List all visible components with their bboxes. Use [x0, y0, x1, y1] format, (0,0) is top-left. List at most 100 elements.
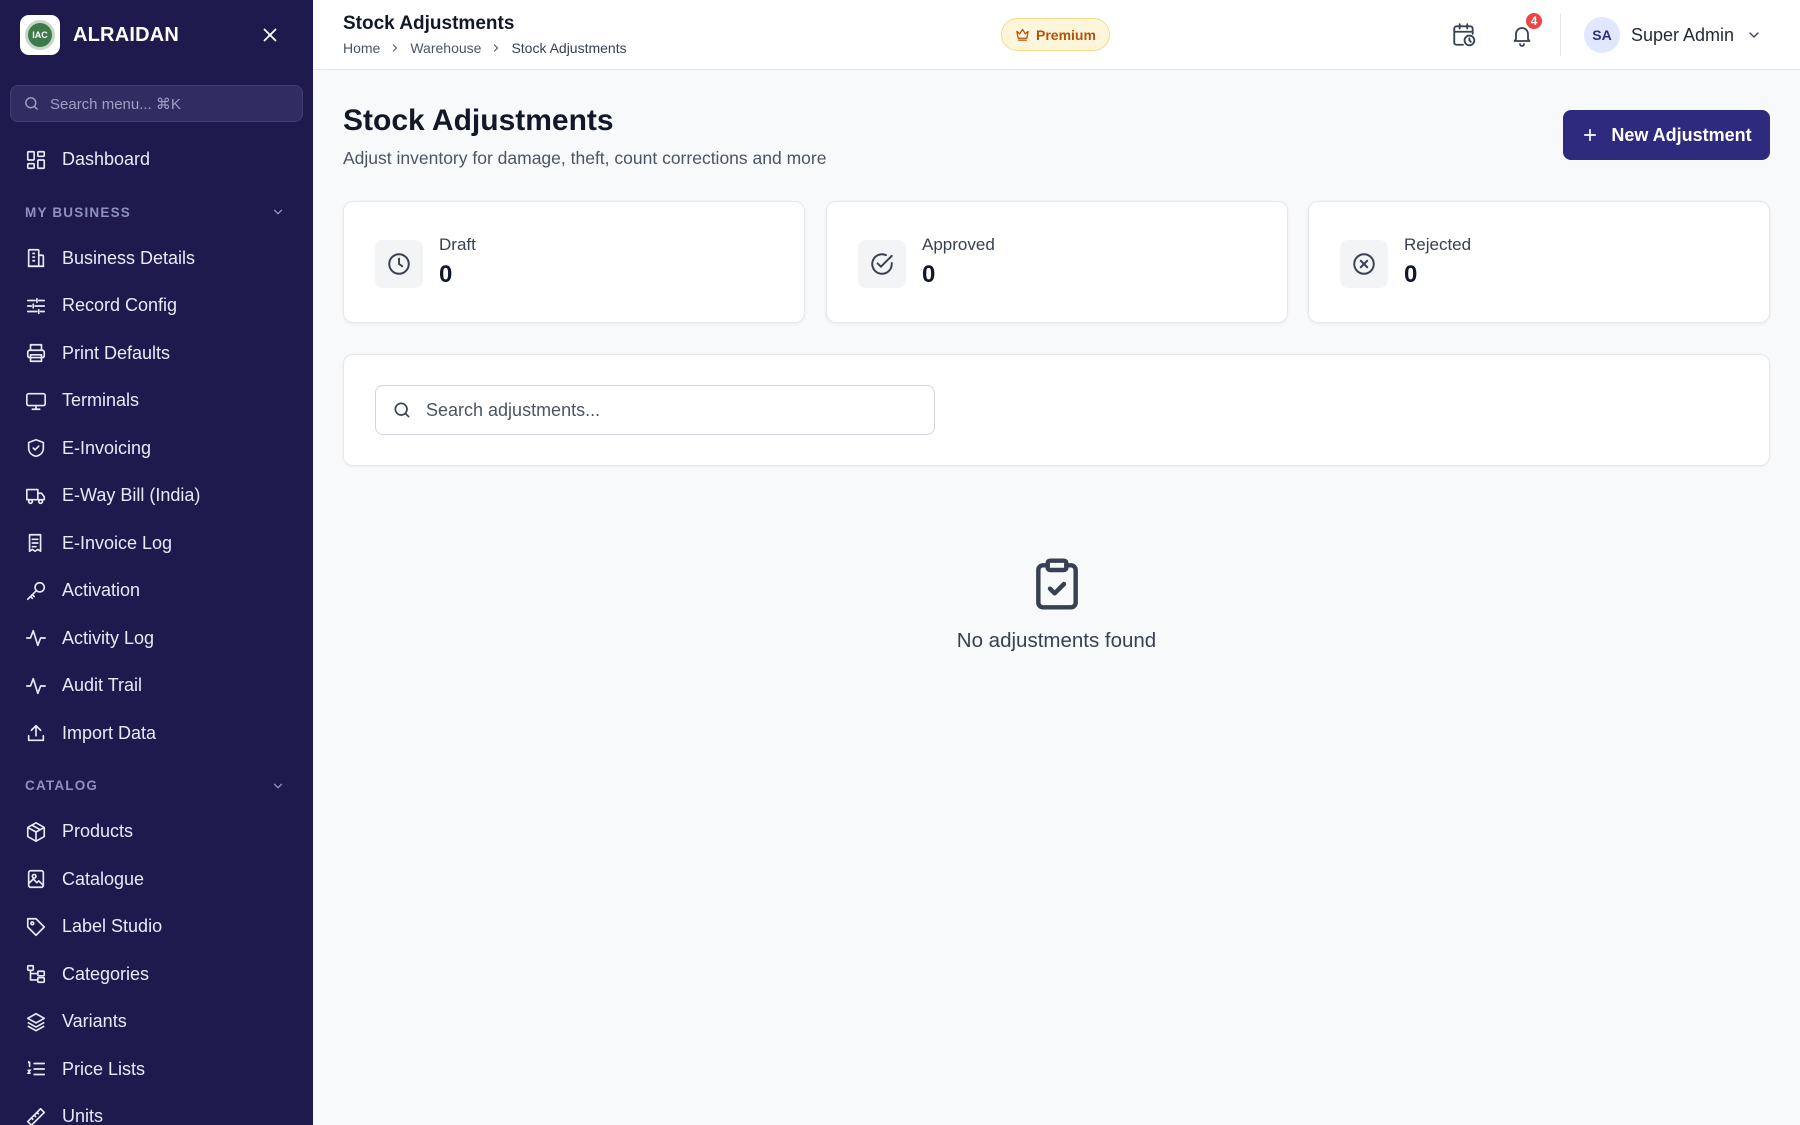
sidebar-item-record-config[interactable]: Record Config	[0, 282, 313, 330]
new-adjustment-label: New Adjustment	[1611, 124, 1752, 145]
sidebar-item-e-invoice-log[interactable]: E-Invoice Log	[0, 520, 313, 568]
sidebar: IAC ALRAIDAN Search menu... ⌘K Dashboard…	[0, 0, 313, 1125]
sidebar-item-label: Import Data	[62, 722, 157, 743]
sidebar-item-label: Terminals	[62, 390, 140, 411]
truck-icon	[26, 488, 46, 504]
sidebar-item-business-details[interactable]: Business Details	[0, 235, 313, 283]
sidebar-item-products[interactable]: Products	[0, 808, 313, 856]
sidebar-item-label: Categories	[62, 963, 150, 984]
brand-name: ALRAIDAN	[73, 23, 180, 46]
dashboard-icon	[26, 150, 46, 169]
sidebar-item-e-invoicing[interactable]: E-Invoicing	[0, 425, 313, 473]
tag-icon	[26, 917, 46, 936]
stat-card-rejected[interactable]: Rejected 0	[1308, 201, 1770, 323]
user-menu-button[interactable]: SA Super Admin	[1584, 17, 1762, 53]
sidebar-item-catalogue[interactable]: Catalogue	[0, 856, 313, 904]
new-adjustment-button[interactable]: New Adjustment	[1563, 110, 1770, 160]
sidebar-item-print-defaults[interactable]: Print Defaults	[0, 330, 313, 378]
package-icon	[26, 821, 46, 842]
sidebar-item-label: Activation	[62, 580, 141, 601]
x-circle-icon	[1340, 240, 1388, 288]
sidebar-header: IAC ALRAIDAN	[0, 0, 313, 70]
sidebar-item-label: Label Studio	[62, 916, 163, 937]
activity-icon	[26, 677, 46, 694]
stat-card-approved[interactable]: Approved 0	[826, 201, 1288, 323]
list-ordered-icon	[26, 1061, 46, 1076]
stat-value: 0	[922, 261, 936, 288]
calendar-clock-icon	[1453, 23, 1476, 47]
shield-check-icon	[27, 439, 45, 458]
search-adjustments-input[interactable]	[426, 399, 906, 421]
key-icon	[26, 581, 46, 600]
breadcrumb-current: Stock Adjustments	[511, 40, 627, 56]
sidebar-nav: Dashboard MY BUSINESS Business Details R…	[0, 136, 313, 1125]
premium-label: Premium	[1036, 26, 1096, 43]
crown-icon	[1016, 28, 1029, 41]
section-toggle-my-business[interactable]: MY BUSINESS	[0, 184, 313, 235]
search-box[interactable]	[375, 385, 935, 435]
chevron-down-icon	[1749, 32, 1759, 38]
sidebar-item-categories[interactable]: Categories	[0, 951, 313, 999]
main-content: Stock Adjustments Adjust inventory for d…	[313, 70, 1800, 1125]
stat-label: Rejected	[1404, 235, 1472, 254]
chevron-down-icon	[273, 209, 283, 215]
sidebar-item-label: Record Config	[62, 295, 178, 316]
user-name: Super Admin	[1631, 24, 1735, 45]
topbar-divider	[1560, 14, 1561, 56]
section-title: MY BUSINESS	[25, 204, 131, 220]
sidebar-search-input[interactable]: Search menu... ⌘K	[10, 85, 303, 122]
ruler-icon	[26, 1107, 46, 1125]
sidebar-item-label-studio[interactable]: Label Studio	[0, 903, 313, 951]
premium-badge[interactable]: Premium	[1001, 18, 1110, 51]
stat-label: Approved	[922, 235, 995, 254]
sidebar-item-label: Print Defaults	[62, 342, 171, 363]
section-toggle-catalog[interactable]: CATALOG	[0, 757, 313, 808]
sidebar-item-label: Products	[62, 821, 134, 842]
close-sidebar-button[interactable]	[257, 22, 283, 48]
sidebar-item-label: Catalogue	[62, 868, 145, 889]
sidebar-item-label: Business Details	[62, 247, 196, 268]
sidebar-item-label: Dashboard	[62, 149, 151, 170]
close-icon	[263, 28, 277, 42]
sidebar-item-label: E-Invoice Log	[62, 532, 173, 553]
sidebar-item-import-data[interactable]: Import Data	[0, 710, 313, 758]
calendar-clock-button[interactable]	[1449, 20, 1479, 50]
building-icon	[27, 249, 45, 268]
breadcrumb: Home Warehouse Stock Adjustments	[343, 40, 627, 56]
sidebar-item-dashboard[interactable]: Dashboard	[0, 136, 313, 184]
sidebar-item-e-way-bill[interactable]: E-Way Bill (India)	[0, 472, 313, 520]
breadcrumb-warehouse-link[interactable]: Warehouse	[410, 40, 481, 56]
folder-tree-icon	[26, 965, 46, 984]
empty-state-text: No adjustments found	[956, 629, 1157, 652]
sidebar-item-terminals[interactable]: Terminals	[0, 377, 313, 425]
sidebar-item-price-lists[interactable]: Price Lists	[0, 1046, 313, 1094]
sidebar-item-audit-trail[interactable]: Audit Trail	[0, 662, 313, 710]
avatar: SA	[1584, 17, 1620, 53]
sidebar-item-label: E-Invoicing	[62, 437, 152, 458]
page-subtitle: Adjust inventory for damage, theft, coun…	[343, 148, 827, 168]
sidebar-item-variants[interactable]: Variants	[0, 998, 313, 1046]
chevron-down-icon	[273, 783, 283, 788]
sidebar-item-activity-log[interactable]: Activity Log	[0, 615, 313, 663]
activity-icon	[26, 630, 46, 647]
receipt-icon	[28, 534, 42, 553]
search-icon	[394, 402, 410, 418]
notifications-button[interactable]: 4	[1507, 11, 1544, 50]
sidebar-item-label: E-Way Bill (India)	[62, 485, 201, 506]
sidebar-item-label: Variants	[62, 1011, 127, 1032]
stat-card-draft[interactable]: Draft 0	[343, 201, 805, 323]
search-icon	[25, 97, 38, 110]
sidebar-item-units[interactable]: Units	[0, 1093, 313, 1125]
sidebar-item-activation[interactable]: Activation	[0, 567, 313, 615]
stat-value: 0	[439, 261, 453, 288]
upload-icon	[27, 725, 45, 742]
printer-icon	[26, 344, 46, 363]
empty-state: No adjustments found	[343, 554, 1770, 653]
clipboard-check-icon	[1029, 554, 1085, 619]
chevron-right-icon	[389, 42, 401, 54]
sidebar-item-label: Audit Trail	[62, 675, 143, 696]
section-title: CATALOG	[25, 778, 99, 793]
stat-label: Draft	[439, 235, 476, 254]
monitor-icon	[26, 392, 46, 410]
breadcrumb-home-link[interactable]: Home	[343, 40, 380, 56]
